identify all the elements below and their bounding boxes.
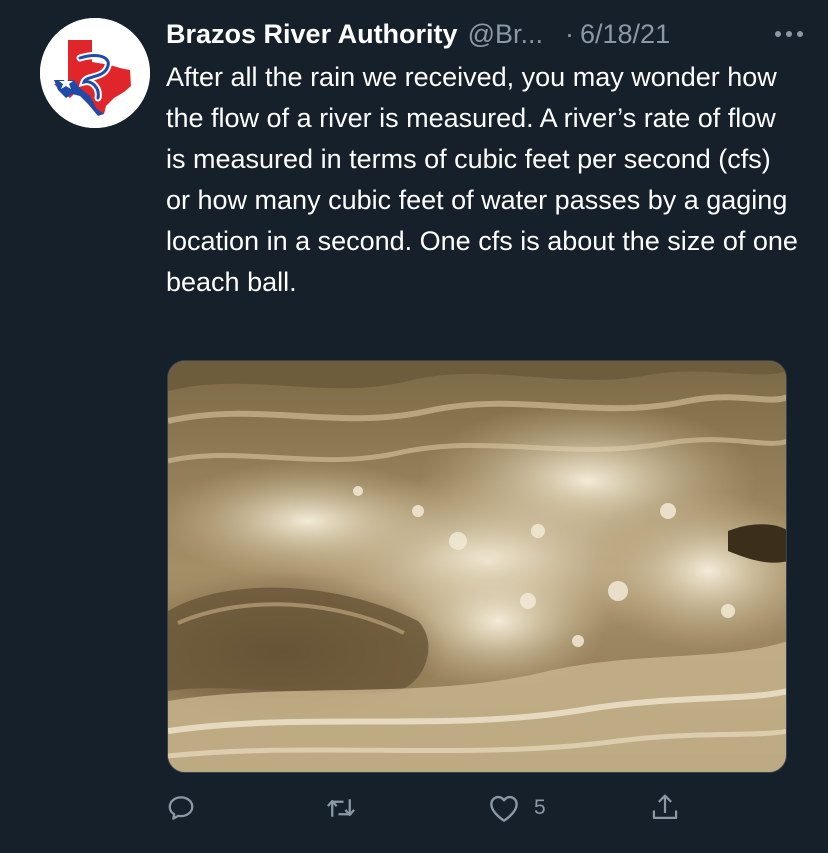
river-rapids-photo-icon <box>168 361 786 772</box>
tweet-date[interactable]: 6/18/21 <box>580 19 670 50</box>
tweet-header: Brazos River Authority @Br... · 6/18/21 <box>166 14 806 54</box>
retweet-icon <box>327 799 355 817</box>
like-count: 5 <box>534 796 546 819</box>
like-button[interactable]: 5 <box>488 788 546 828</box>
tweet-actions: 5 <box>166 788 726 828</box>
retweet-button[interactable] <box>324 788 358 828</box>
share-button[interactable] <box>650 788 680 828</box>
reply-icon <box>168 796 194 820</box>
avatar[interactable] <box>40 18 150 128</box>
more-options-button[interactable] <box>772 20 806 48</box>
separator-dot: · <box>565 18 574 49</box>
tweet-text: After all the rain we received, you may … <box>166 62 798 297</box>
reply-button[interactable] <box>166 788 196 828</box>
tweet-photo[interactable] <box>167 360 787 773</box>
user-handle[interactable]: @Br... <box>468 19 543 50</box>
heart-icon <box>490 795 518 822</box>
tweet[interactable]: Brazos River Authority @Br... · 6/18/21 … <box>0 0 828 853</box>
display-name[interactable]: Brazos River Authority <box>166 19 458 50</box>
brazos-river-authority-logo-icon <box>40 18 150 128</box>
share-icon <box>652 794 678 819</box>
more-horizontal-icon <box>775 31 803 37</box>
